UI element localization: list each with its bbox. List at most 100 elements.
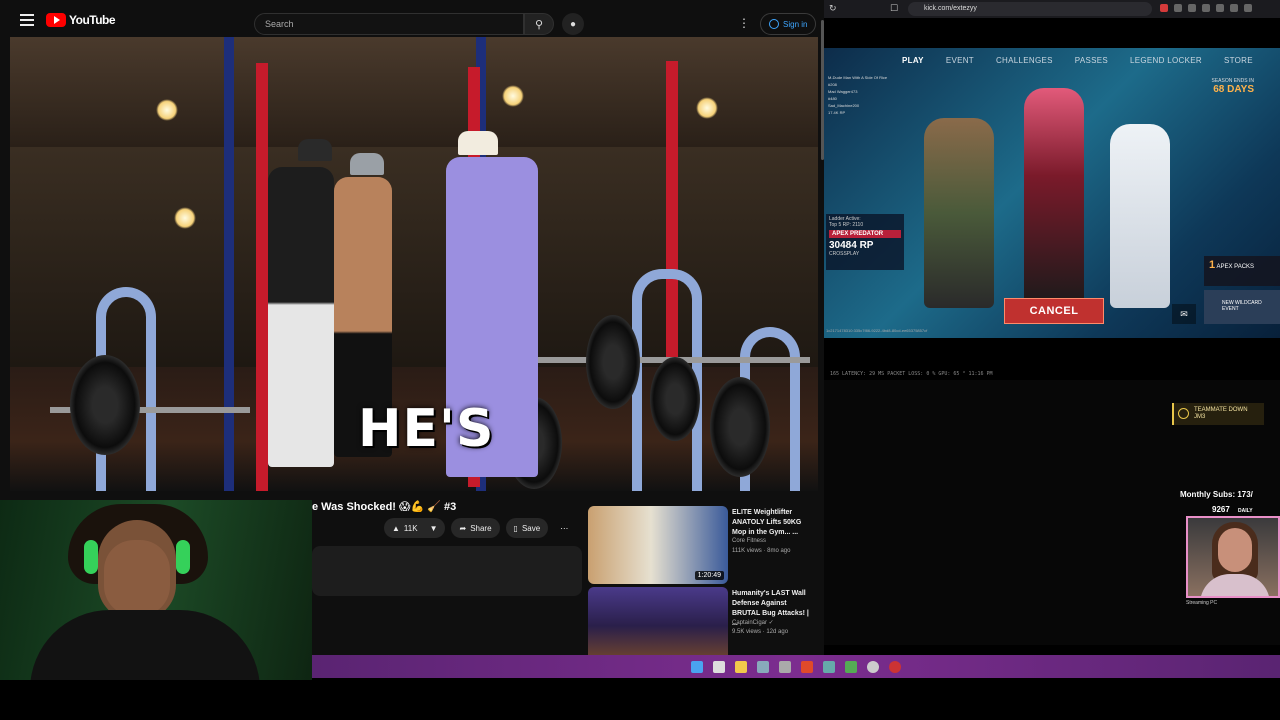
weight-plate [586, 315, 640, 409]
more-options-icon[interactable]: ⋮ [738, 16, 750, 30]
dislike-icon[interactable]: ▼ [430, 524, 438, 533]
folder-icon[interactable] [757, 660, 769, 673]
game-lobby: PLAY EVENT CHALLENGES PASSES LEGEND LOCK… [824, 48, 1280, 338]
address-bar[interactable]: kick.com/extezyy [908, 2, 1152, 16]
rank-points: 30484 RP [829, 240, 874, 251]
extension-icon[interactable] [1244, 4, 1252, 12]
streamer-webcam-2 [1186, 516, 1280, 598]
recommended-thumbnail[interactable] [588, 587, 728, 655]
sub-count: 9267 [1212, 505, 1230, 514]
cancel-matchmaking-button[interactable]: CANCEL [1004, 298, 1104, 324]
squad-entry: 17.4K RP [828, 110, 846, 115]
video-caption: HE'S [358, 399, 495, 459]
share-label: Share [470, 523, 492, 533]
bookmark-icon[interactable]: ☐ [890, 3, 898, 14]
sub-daily: DAILY [1238, 508, 1253, 514]
taskbar [312, 655, 1280, 678]
app-icon[interactable] [823, 660, 835, 673]
search-button[interactable]: ⚲ [524, 13, 554, 35]
voice-search-button[interactable]: ● [562, 13, 584, 35]
headphone-right [176, 540, 190, 574]
browser-extensions [1160, 4, 1252, 12]
app-icon[interactable] [889, 660, 901, 673]
account-icon [769, 19, 779, 29]
recommended-video[interactable]: 1:20:49 ELITE Weightlifter ANATOLY Lifts… [588, 506, 818, 584]
share-icon: ➦ [459, 523, 467, 533]
webcam-head [1218, 528, 1252, 572]
video-actions: ▲ 11K ▼ ➦ Share ▯ Save ⋯ [384, 518, 574, 538]
extension-icon[interactable] [1230, 4, 1238, 12]
brave-browser-icon[interactable] [801, 660, 813, 673]
squad-entry: Sad_Machine200 [828, 103, 860, 108]
ceiling-light [174, 207, 196, 229]
person-cap [458, 131, 498, 155]
menu-icon[interactable] [20, 14, 34, 26]
microphone-icon: ● [569, 18, 577, 30]
weight-plate [710, 377, 770, 477]
youtube-logo[interactable]: YouTube [46, 13, 116, 27]
teammate-down-alert: TEAMMATE DOWN JM3 [1172, 403, 1264, 425]
sub-counter: 9267 DAILY [1212, 505, 1253, 514]
squad-list: M-Dude Man With A Side Of Rice #208 Mad … [828, 74, 898, 116]
recommended-channel[interactable]: CaptainCigar ✓ [732, 619, 774, 626]
person-cap [298, 139, 332, 161]
game-nav-store[interactable]: STORE [1224, 56, 1253, 65]
ladder-top: Top 5 RP: 2110 [829, 222, 864, 228]
ceiling-light [156, 99, 178, 121]
game-nav-passes[interactable]: PASSES [1075, 56, 1108, 65]
more-actions-icon[interactable]: ⋯ [554, 518, 574, 538]
squad-entry: #480 [828, 96, 837, 101]
video-description[interactable] [312, 546, 582, 596]
file-explorer-icon[interactable] [735, 660, 747, 673]
video-title: e Was Shocked! 😱💪 🧹 #3 [312, 501, 457, 513]
webcam-face [104, 540, 170, 616]
rank-badge: APEX PREDATOR [829, 230, 901, 238]
search-input[interactable]: Search [254, 13, 524, 35]
share-button[interactable]: ➦ Share [451, 518, 500, 538]
obs-icon[interactable] [867, 660, 879, 673]
sign-in-button[interactable]: Sign in [760, 13, 817, 35]
streamer-webcam [0, 500, 312, 680]
like-count: 11K [403, 523, 418, 533]
game-nav: PLAY EVENT CHALLENGES PASSES LEGEND LOCK… [902, 56, 1253, 65]
windows-start-icon[interactable] [691, 660, 703, 673]
game-nav-legend-locker[interactable]: LEGEND LOCKER [1130, 56, 1202, 65]
browser-toolbar: ↻ ☐ kick.com/extezyy [824, 0, 1280, 18]
video-duration: 1:20:49 [694, 571, 724, 580]
extension-icon[interactable] [1216, 4, 1224, 12]
squad-entry: M-Dude Man With A Side Of Rice [828, 75, 888, 80]
season-timer: SEASON ENDS IN 68 DAYS [1184, 78, 1254, 95]
webcam-body [1200, 574, 1270, 596]
app-icon[interactable] [845, 660, 857, 673]
extension-icon[interactable] [1174, 4, 1182, 12]
settings-icon[interactable] [779, 660, 791, 673]
extension-icon[interactable] [1202, 4, 1210, 12]
person-left [268, 167, 334, 467]
extension-icon[interactable] [1188, 4, 1196, 12]
person-cap [350, 153, 384, 175]
performance-stats: 165 LATENCY: 29 MS PACKET LOSS: 0 % GPU:… [830, 371, 993, 377]
search-taskbar-icon[interactable] [713, 660, 725, 673]
game-nav-play[interactable]: PLAY [902, 56, 924, 65]
game-nav-challenges[interactable]: CHALLENGES [996, 56, 1053, 65]
like-button[interactable]: ▲ 11K ▼ [384, 518, 446, 538]
apex-packs[interactable]: 1 APEX PACKS [1204, 256, 1280, 286]
wildcard-event[interactable]: NEW WILDCARD EVENT [1204, 290, 1280, 324]
ceiling-light [502, 85, 524, 107]
squad-entry: #208 [828, 82, 837, 87]
extension-icon[interactable] [1160, 4, 1168, 12]
recommended-title[interactable]: ELITE Weightlifter ANATOLY Lifts 50KG Mo… [732, 508, 816, 538]
sign-in-label: Sign in [783, 19, 808, 29]
browser-window: ↻ ☐ kick.com/extezyy PLAY EVENT CHALLENG… [824, 0, 1280, 655]
reload-icon[interactable]: ↻ [829, 3, 837, 14]
game-nav-event[interactable]: EVENT [946, 56, 974, 65]
webcam-body [30, 610, 260, 680]
recommended-video[interactable]: Humanity's LAST Wall Defense Against BRU… [588, 587, 818, 655]
recommended-channel[interactable]: Core Fitness [732, 538, 766, 544]
mail-icon[interactable]: ✉ [1172, 304, 1196, 324]
youtube-logo-text: YouTube [69, 13, 116, 27]
recommended-thumbnail[interactable]: 1:20:49 [588, 506, 728, 584]
youtube-header: YouTube Search ⚲ ● ⋮ Sign in [0, 4, 824, 36]
save-button[interactable]: ▯ Save [505, 518, 549, 538]
video-player[interactable]: HE'S [10, 37, 818, 491]
